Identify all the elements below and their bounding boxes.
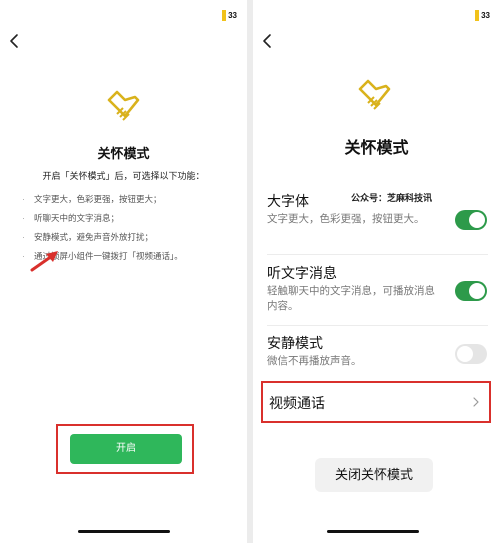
page-title: 关怀模式 [97, 146, 150, 161]
feature-item: 文字更大，色彩更强，按钮更大； [22, 190, 183, 209]
large-font-toggle[interactable] [455, 210, 487, 230]
toggle-knob [469, 212, 485, 228]
care-mode-logo-icon [358, 79, 391, 110]
care-mode-logo-icon [107, 90, 140, 121]
setting-quiet-mode: 安静模式 微信不再播放声音。 [267, 334, 487, 369]
setting-description: 微信不再播放声音。 [267, 355, 362, 367]
video-call-row[interactable]: 视频通话 [261, 381, 491, 423]
feature-item: 听聊天中的文字消息； [22, 209, 183, 228]
divider [267, 325, 488, 326]
video-call-label: 视频通话 [269, 395, 325, 411]
setting-description: 文字更大，色彩更强，按钮更大。 [267, 213, 425, 225]
setting-title: 听文字消息 [267, 265, 337, 281]
setting-title: 安静模式 [267, 335, 323, 351]
close-care-mode-button[interactable]: 关闭关怀模式 [315, 458, 433, 492]
back-arrow-icon[interactable] [259, 30, 277, 52]
back-arrow-icon[interactable] [6, 30, 24, 52]
chevron-right-icon [473, 397, 479, 407]
page-title: 关怀模式 [344, 140, 409, 157]
divider [267, 254, 488, 255]
home-indicator[interactable] [78, 530, 170, 533]
status-badge: 33 [222, 10, 239, 21]
left-phone-screen: 33 关怀模式 开启「关怀模式」后，可选择以下功能： 文字更大，色彩更强，按钮更… [0, 0, 247, 543]
feature-item: 安静模式，避免声音外放打扰； [22, 228, 183, 247]
listen-messages-toggle[interactable] [455, 281, 487, 301]
watermark: 公众号：芝麻科技讯 [351, 193, 433, 203]
status-badge: 33 [475, 10, 492, 21]
setting-listen-messages: 听文字消息 轻触聊天中的文字消息，可播放消息内容。 [267, 264, 487, 314]
home-indicator[interactable] [327, 530, 419, 533]
toggle-knob [457, 346, 473, 362]
quiet-mode-toggle[interactable] [455, 344, 487, 364]
toggle-knob [469, 283, 485, 299]
enable-highlight-frame: 开启 [56, 424, 194, 474]
intro-text: 开启「关怀模式」后，可选择以下功能： [42, 171, 205, 181]
setting-description: 轻触聊天中的文字消息，可播放消息内容。 [267, 285, 435, 312]
enable-button[interactable]: 开启 [70, 434, 182, 464]
right-phone-screen: 33 关怀模式 大字体 文字更大，色彩更强，按钮更大。 公众号：芝麻科技讯 听文… [253, 0, 500, 543]
red-arrow-icon [30, 251, 58, 272]
